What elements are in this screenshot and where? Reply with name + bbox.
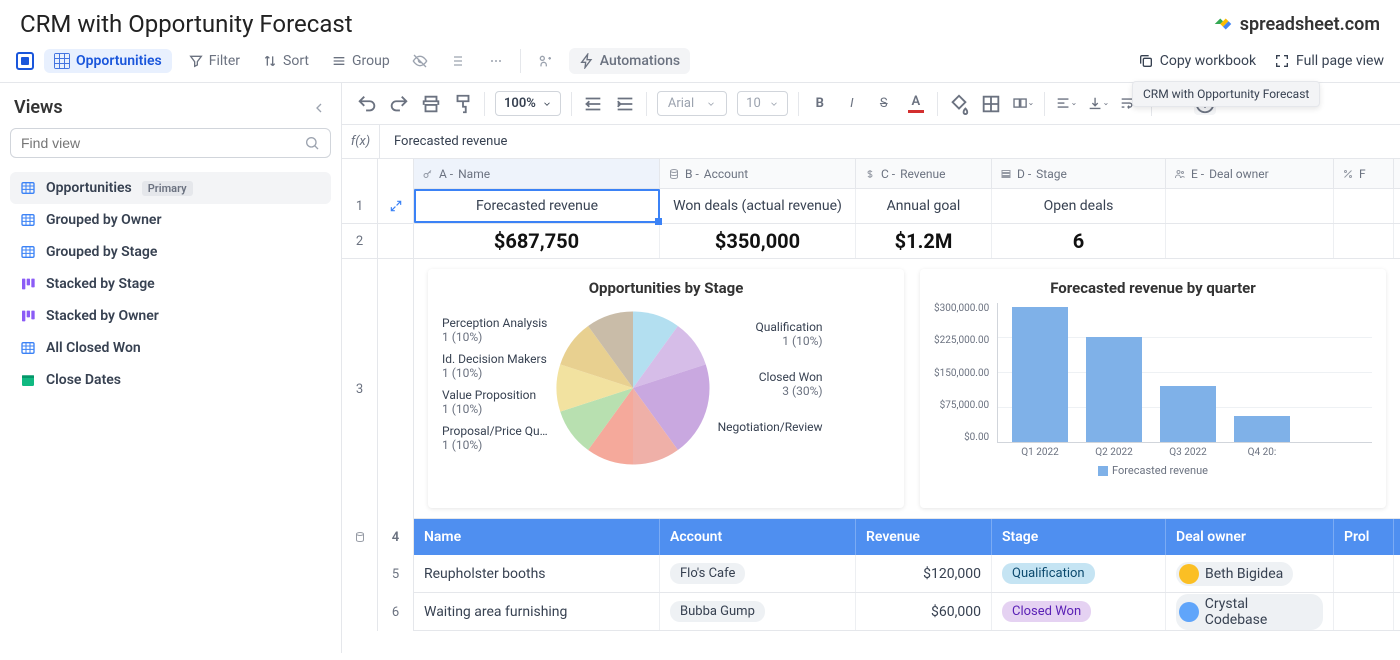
collapse-sidebar-icon[interactable] [311, 100, 327, 116]
view-item-stacked-by-owner[interactable]: Stacked by Owner [10, 300, 331, 332]
summary-label-row: 1 Forecasted revenue Won deals (actual r… [342, 189, 1400, 224]
workbook-title: CRM with Opportunity Forecast [20, 10, 353, 38]
zoom-selector[interactable]: 100% [495, 91, 561, 116]
group-button[interactable]: Group [325, 49, 396, 73]
horizontal-align-button[interactable] [1055, 93, 1077, 115]
dollar-icon [864, 168, 876, 180]
full-page-view-button[interactable]: Full page view [1274, 53, 1384, 69]
sheet-toolbar: Opportunities Filter Sort Group Aut [0, 44, 1400, 83]
font-family-selector[interactable]: Arial [657, 91, 727, 116]
decrease-indent-button[interactable] [582, 93, 604, 115]
tab-opportunities[interactable]: Opportunities [44, 49, 172, 73]
view-item-close-dates[interactable]: Close Dates [10, 364, 331, 396]
borders-button[interactable] [980, 93, 1002, 115]
font-size-selector[interactable]: 10 [737, 91, 788, 116]
fill-color-button[interactable] [948, 93, 970, 115]
hide-fields-button[interactable] [406, 49, 434, 73]
avatar [1179, 602, 1199, 622]
filter-button[interactable]: Filter [182, 49, 246, 73]
automations-button[interactable]: Automations [569, 48, 690, 74]
print-button[interactable] [420, 93, 442, 115]
pie-chart-icon [548, 303, 718, 473]
view-item-grouped-by-owner[interactable]: Grouped by Owner [10, 204, 331, 236]
avatar [1179, 564, 1199, 584]
undo-button[interactable] [356, 93, 378, 115]
copy-workbook-button[interactable]: Copy workbook [1138, 53, 1256, 69]
view-item-opportunities[interactable]: OpportunitiesPrimary [10, 172, 331, 204]
sort-button[interactable]: Sort [256, 49, 315, 73]
brand-icon [1212, 13, 1234, 35]
formula-bar[interactable]: f(x) Forecasted revenue [342, 125, 1400, 159]
table-row[interactable]: 5Reupholster boothsFlo's Cafe$120,000Qua… [342, 555, 1400, 593]
pie-chart-opportunities-by-stage[interactable]: Opportunities by Stage Perception Analys… [428, 269, 904, 508]
strikethrough-button[interactable]: S [873, 93, 895, 115]
table-row[interactable]: 6Waiting area furnishingBubba Gump$60,00… [342, 593, 1400, 631]
expand-sidebar-icon[interactable] [16, 52, 34, 70]
data-table-header: 4 Name Account Revenue Stage Deal owner … [342, 519, 1400, 555]
col-header-a[interactable]: A - Name [414, 159, 660, 188]
fx-value[interactable]: Forecasted revenue [380, 134, 521, 149]
view-item-grouped-by-stage[interactable]: Grouped by Stage [10, 236, 331, 268]
views-sidebar: Views OpportunitiesPrimaryGrouped by Own… [0, 83, 342, 653]
col-header-b[interactable]: B - Account [660, 159, 856, 188]
share-button[interactable] [531, 49, 559, 73]
view-item-all-closed-won[interactable]: All Closed Won [10, 332, 331, 364]
vertical-align-button[interactable] [1087, 93, 1109, 115]
grid-icon [54, 53, 70, 69]
find-view-input[interactable] [10, 128, 331, 158]
charts-row: 3 Opportunities by Stage Perception Anal… [342, 259, 1400, 519]
italic-button[interactable]: I [841, 93, 863, 115]
list-icon [1000, 168, 1012, 180]
more-view-options-button[interactable] [482, 49, 510, 73]
col-header-f[interactable]: F [1334, 159, 1394, 188]
fx-label: f(x) [342, 125, 380, 158]
view-item-stacked-by-stage[interactable]: Stacked by Stage [10, 268, 331, 300]
expand-row-icon[interactable] [378, 189, 414, 223]
title-tooltip: CRM with Opportunity Forecast [1132, 81, 1320, 107]
brand-logo[interactable]: spreadsheet.com [1212, 13, 1380, 35]
text-color-button[interactable]: A [905, 93, 927, 115]
db-icon [354, 531, 366, 543]
column-headers: A - Name B - Account C - Revenue D - Sta… [342, 159, 1400, 189]
col-header-e[interactable]: E - Deal owner [1166, 159, 1334, 188]
db-icon [668, 168, 680, 180]
paint-format-button[interactable] [452, 93, 474, 115]
bar [1160, 386, 1216, 442]
users-icon [1174, 168, 1186, 180]
spreadsheet-main: CRM with Opportunity Forecast 100% Arial… [342, 83, 1400, 653]
row-height-button[interactable] [444, 49, 472, 73]
redo-button[interactable] [388, 93, 410, 115]
views-heading: Views [14, 97, 63, 118]
title-bar: CRM with Opportunity Forecast spreadshee… [0, 0, 1400, 44]
bar [1086, 337, 1142, 442]
bold-button[interactable]: B [809, 93, 831, 115]
bar [1234, 416, 1290, 442]
cell-a1-selected[interactable]: Forecasted revenue [414, 189, 660, 223]
percent-icon [1342, 168, 1354, 180]
col-header-d[interactable]: D - Stage [992, 159, 1166, 188]
col-header-c[interactable]: C - Revenue [856, 159, 992, 188]
summary-value-row: 2 $687,750 $350,000 $1.2M 6 [342, 224, 1400, 259]
bar [1012, 307, 1068, 442]
search-icon [304, 135, 320, 151]
bar-chart-forecasted-revenue[interactable]: Forecasted revenue by quarter $300,000.0… [920, 269, 1386, 508]
increase-indent-button[interactable] [614, 93, 636, 115]
merge-cells-button[interactable] [1012, 93, 1034, 115]
key-icon [422, 168, 434, 180]
